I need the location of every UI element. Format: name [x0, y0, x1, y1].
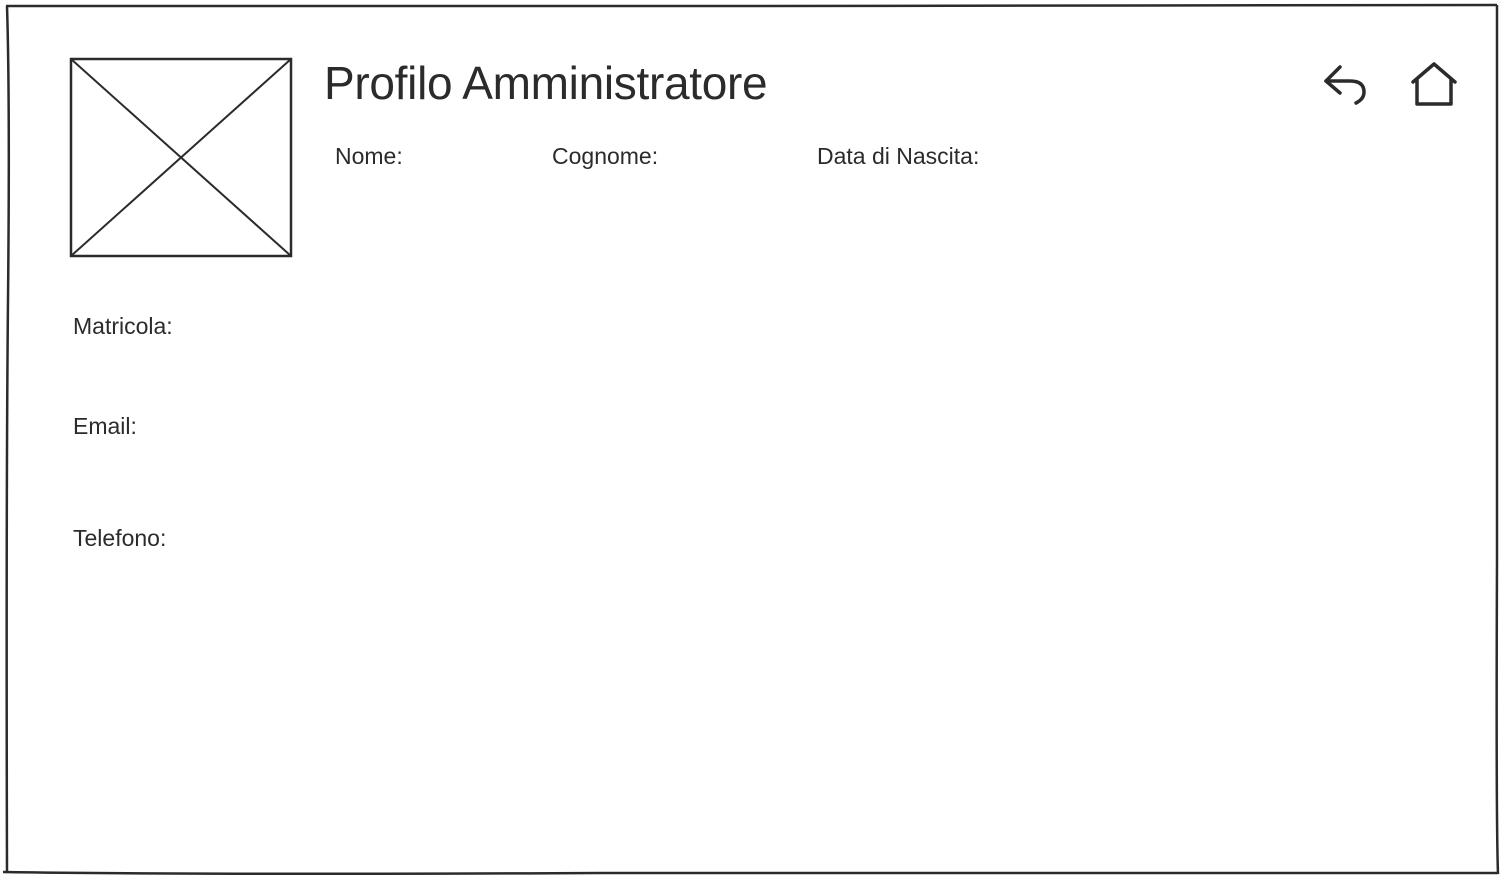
cognome-label: Cognome: [552, 143, 659, 169]
email-label: Email: [73, 413, 137, 439]
back-button[interactable] [1318, 58, 1374, 110]
data-nascita-label: Data di Nascita: [817, 143, 980, 169]
nome-label: Nome: [335, 143, 403, 169]
telefono-label: Telefono: [73, 525, 167, 551]
home-icon [1411, 62, 1457, 106]
image-placeholder-icon [69, 57, 293, 258]
home-button[interactable] [1406, 58, 1462, 110]
avatar-placeholder [68, 56, 294, 260]
matricola-label: Matricola: [73, 313, 173, 339]
page-title: Profilo Amministratore [324, 57, 768, 109]
back-arrow-icon [1324, 65, 1366, 105]
